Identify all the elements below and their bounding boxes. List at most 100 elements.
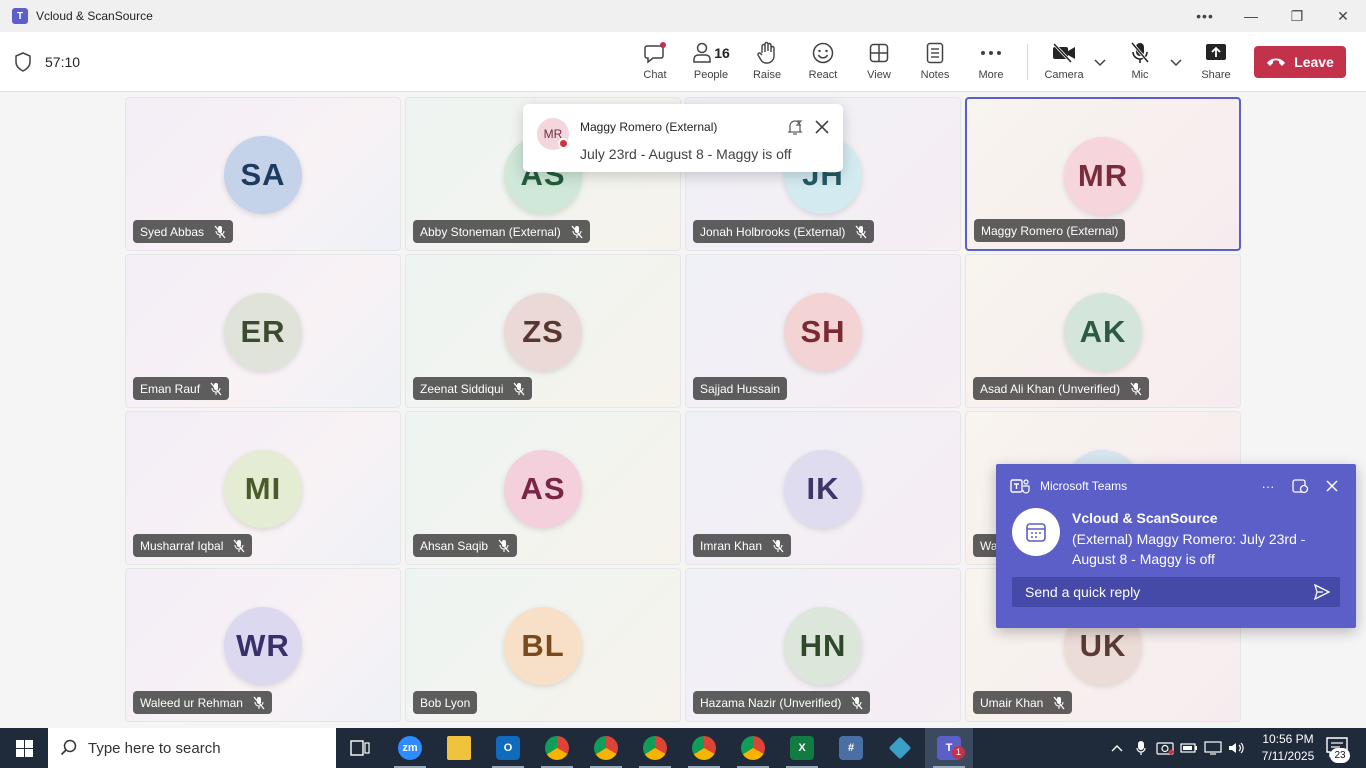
participant-tile[interactable]: AS Ahsan Saqib (405, 411, 681, 565)
muted-mic-icon (498, 539, 510, 552)
hang-up-icon (1267, 58, 1286, 66)
diamond-app-icon (888, 736, 912, 760)
participant-tile[interactable]: WR Waleed ur Rehman (125, 568, 401, 722)
people-label: People (693, 69, 729, 81)
participant-name-tag: Abby Stoneman (External) (413, 220, 590, 243)
tray-overflow-chevron-up-icon[interactable] (1106, 728, 1128, 768)
raise-label: Raise (752, 69, 782, 81)
muted-mic-icon (1130, 382, 1142, 395)
raise-hand-button[interactable]: Raise (741, 40, 793, 86)
mic-button[interactable]: Mic (1114, 40, 1166, 86)
participant-tile[interactable]: ZS Zeenat Siddiqui (405, 254, 681, 408)
people-button[interactable]: 16 People (685, 40, 737, 86)
excel-icon: X (790, 736, 814, 760)
calculator-app[interactable]: # (827, 728, 875, 768)
participant-avatar: HN (784, 607, 862, 685)
tray-volume-icon[interactable] (1226, 728, 1248, 768)
restore-button[interactable]: ❐ (1274, 0, 1320, 32)
camera-chevron-down-icon[interactable] (1092, 54, 1108, 70)
taskbar-clock[interactable]: 10:56 PM 7/11/2025 (1258, 731, 1318, 765)
notes-button[interactable]: Notes (909, 40, 961, 86)
notification-settings-icon[interactable] (1291, 477, 1309, 495)
participant-tile[interactable]: HN Hazama Nazir (Unverified) (685, 568, 961, 722)
participant-avatar: MI (224, 450, 302, 528)
mic-chevron-down-icon[interactable] (1168, 54, 1184, 70)
participant-name: Wa (980, 538, 998, 553)
window-title-bar: T Vcloud & ScanSource ••• — ❐ ✕ (0, 0, 1366, 32)
notes-icon (926, 42, 944, 64)
view-button[interactable]: View (853, 40, 905, 86)
people-icon (693, 42, 711, 63)
window-more-icon[interactable]: ••• (1190, 0, 1220, 32)
participant-tile[interactable]: SH Sajjad Hussain (685, 254, 961, 408)
chat-button[interactable]: Chat (629, 40, 681, 86)
taskbar-search[interactable]: Type here to search (48, 728, 336, 768)
participant-name: Ahsan Saqib (420, 538, 489, 553)
notification-close-icon[interactable] (1323, 477, 1341, 495)
excel-app[interactable]: X (778, 728, 826, 768)
zoom-icon: zm (398, 736, 422, 760)
leave-button[interactable]: Leave (1254, 46, 1346, 78)
tray-network-icon[interactable] (1202, 728, 1224, 768)
tray-camera-icon[interactable] (1154, 728, 1176, 768)
notification-title: Vcloud & ScanSource (1072, 510, 1218, 526)
snooze-icon[interactable] (786, 118, 804, 136)
chrome-app-1[interactable] (533, 728, 581, 768)
react-button[interactable]: React (797, 40, 849, 86)
share-label: Share (1201, 69, 1231, 81)
notification-more-icon[interactable]: ··· (1259, 477, 1277, 495)
chat-toast[interactable]: MR Maggy Romero (External) July 23rd - A… (523, 104, 843, 172)
participant-tile[interactable]: AK Asad Ali Khan (Unverified) (965, 254, 1241, 408)
participant-tile[interactable]: IK Imran Khan (685, 411, 961, 565)
participant-name: Umair Khan (980, 695, 1044, 710)
zoom-app[interactable]: zm (386, 728, 434, 768)
participant-name: Waleed ur Rehman (140, 695, 243, 710)
outlook-app[interactable]: O (484, 728, 532, 768)
task-view-button[interactable] (336, 728, 384, 768)
muted-mic-icon (855, 225, 867, 238)
teams-logo-icon (1010, 479, 1030, 494)
teams-app[interactable]: T 1 (925, 728, 973, 768)
chrome-app-5[interactable] (729, 728, 777, 768)
participant-tile[interactable]: MI Musharraf Iqbal (125, 411, 401, 565)
participant-tile[interactable]: ER Eman Rauf (125, 254, 401, 408)
chrome-app-4[interactable] (680, 728, 728, 768)
tray-battery-icon[interactable] (1178, 728, 1200, 768)
participant-avatar: IK (784, 450, 862, 528)
start-button[interactable] (0, 728, 48, 768)
presence-busy-dot (558, 138, 569, 149)
windows-logo-icon (15, 739, 33, 757)
more-button[interactable]: More (965, 40, 1017, 86)
participant-avatar: WR (224, 607, 302, 685)
camera-button[interactable]: Camera (1038, 40, 1090, 86)
participant-avatar: AS (504, 450, 582, 528)
participant-tile[interactable]: MR Maggy Romero (External) (965, 97, 1241, 251)
app-diamond[interactable] (876, 728, 924, 768)
tray-mic-icon[interactable] (1130, 728, 1152, 768)
participant-tile[interactable]: SA Syed Abbas (125, 97, 401, 251)
teams-notification[interactable]: Microsoft Teams ··· Vcloud & ScanSource … (996, 464, 1356, 628)
minimize-button[interactable]: — (1228, 0, 1274, 32)
raise-hand-icon (757, 41, 775, 64)
send-icon[interactable] (1314, 584, 1330, 600)
close-icon[interactable] (813, 118, 831, 136)
participant-name-tag: Asad Ali Khan (Unverified) (973, 377, 1150, 400)
chrome-app-3[interactable] (631, 728, 679, 768)
participant-name: Hazama Nazir (Unverified) (700, 695, 842, 710)
participant-avatar: SA (224, 136, 302, 214)
share-button[interactable]: Share (1190, 40, 1242, 86)
chrome-app-2[interactable] (582, 728, 630, 768)
file-explorer-app[interactable] (435, 728, 483, 768)
participant-name-tag: Eman Rauf (133, 377, 230, 400)
window-title: Vcloud & ScanSource (36, 9, 153, 23)
quick-reply-input[interactable]: Send a quick reply (1012, 577, 1340, 607)
outlook-icon: O (496, 736, 520, 760)
camera-off-icon (1052, 43, 1075, 63)
windows-taskbar: Type here to search zm O X # T 1 10:56 P… (0, 728, 1366, 768)
close-window-button[interactable]: ✕ (1320, 0, 1366, 32)
calculator-icon: # (839, 736, 863, 760)
calendar-icon (1026, 523, 1046, 542)
participant-grid: SA Syed Abbas AS Abby Stoneman (External) JH… (125, 97, 1241, 723)
participant-avatar: ER (224, 293, 302, 371)
participant-tile[interactable]: BL Bob Lyon (405, 568, 681, 722)
